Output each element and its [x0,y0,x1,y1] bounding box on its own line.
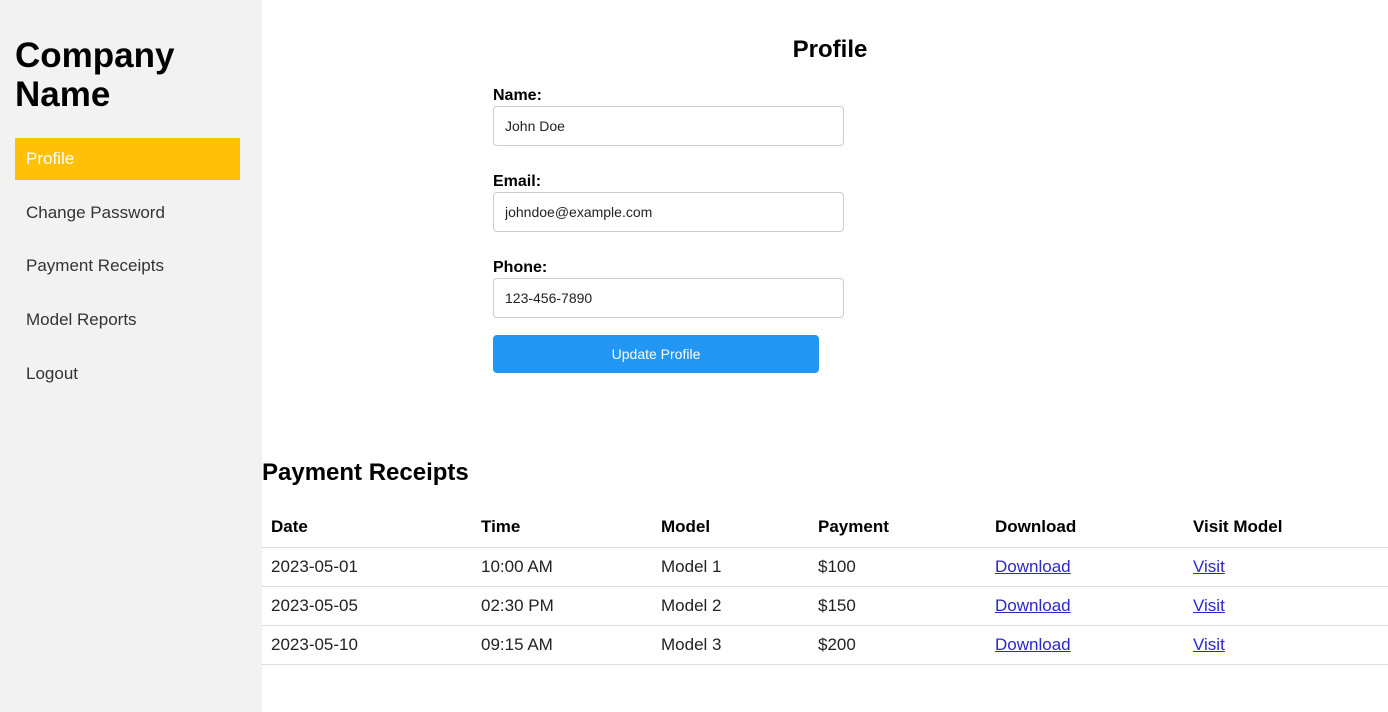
cell-time: 10:00 AM [472,547,652,587]
email-label: Email: [493,173,542,190]
cell-date: 2023-05-01 [262,547,472,587]
phone-field-group: Phone: [493,258,845,318]
cell-time: 02:30 PM [472,586,652,626]
column-header-visit-model: Visit Model [1184,508,1388,548]
cell-visit: Visit [1184,625,1388,665]
table-row: 2023-05-10 09:15 AM Model 3 $200 Downloa… [262,625,1388,665]
email-field-group: Email: [493,172,845,232]
sidebar-item-model-reports[interactable]: Model Reports [15,299,240,341]
receipts-title: Payment Receipts [262,459,469,486]
column-header-model: Model [652,508,809,548]
visit-link[interactable]: Visit [1193,557,1225,576]
download-link[interactable]: Download [995,596,1071,615]
cell-download: Download [986,547,1184,587]
company-name: Company Name [15,36,175,114]
cell-visit: Visit [1184,586,1388,626]
download-link[interactable]: Download [995,557,1071,576]
table-row: 2023-05-05 02:30 PM Model 2 $150 Downloa… [262,586,1388,626]
column-header-date: Date [262,508,472,548]
phone-input[interactable] [493,278,844,318]
sidebar-nav: Profile Change Password Payment Receipts… [15,138,240,406]
cell-model: Model 1 [652,547,809,587]
cell-payment: $150 [809,586,986,626]
cell-time: 09:15 AM [472,625,652,665]
column-header-download: Download [986,508,1184,548]
sidebar-item-logout[interactable]: Logout [15,353,240,395]
email-input[interactable] [493,192,844,232]
name-input[interactable] [493,106,844,146]
update-profile-button[interactable]: Update Profile [493,335,819,373]
profile-title: Profile [792,36,868,63]
profile-form: Name: Email: Phone: [493,86,845,344]
name-label: Name: [493,87,542,104]
phone-label: Phone: [493,259,548,276]
receipts-table-body: 2023-05-01 10:00 AM Model 1 $100 Downloa… [262,547,1388,665]
cell-payment: $200 [809,625,986,665]
sidebar-item-change-password[interactable]: Change Password [15,192,240,234]
cell-date: 2023-05-05 [262,586,472,626]
name-field-group: Name: [493,86,845,146]
column-header-payment: Payment [809,508,986,548]
cell-visit: Visit [1184,547,1388,587]
receipts-table-head: Date Time Model Payment Download Visit M… [262,508,1388,548]
sidebar-item-payment-receipts[interactable]: Payment Receipts [15,245,240,287]
sidebar-item-profile[interactable]: Profile [15,138,240,180]
cell-download: Download [986,625,1184,665]
download-link[interactable]: Download [995,635,1071,654]
receipts-table: Date Time Model Payment Download Visit M… [262,508,1388,665]
cell-model: Model 3 [652,625,809,665]
cell-payment: $100 [809,547,986,587]
cell-model: Model 2 [652,586,809,626]
cell-date: 2023-05-10 [262,625,472,665]
sidebar: Company Name Profile Change Password Pay… [0,0,262,712]
app-root: Company Name Profile Change Password Pay… [0,0,1388,712]
visit-link[interactable]: Visit [1193,596,1225,615]
table-row: 2023-05-01 10:00 AM Model 1 $100 Downloa… [262,547,1388,587]
column-header-time: Time [472,508,652,548]
cell-download: Download [986,586,1184,626]
table-header-row: Date Time Model Payment Download Visit M… [262,508,1388,548]
visit-link[interactable]: Visit [1193,635,1225,654]
